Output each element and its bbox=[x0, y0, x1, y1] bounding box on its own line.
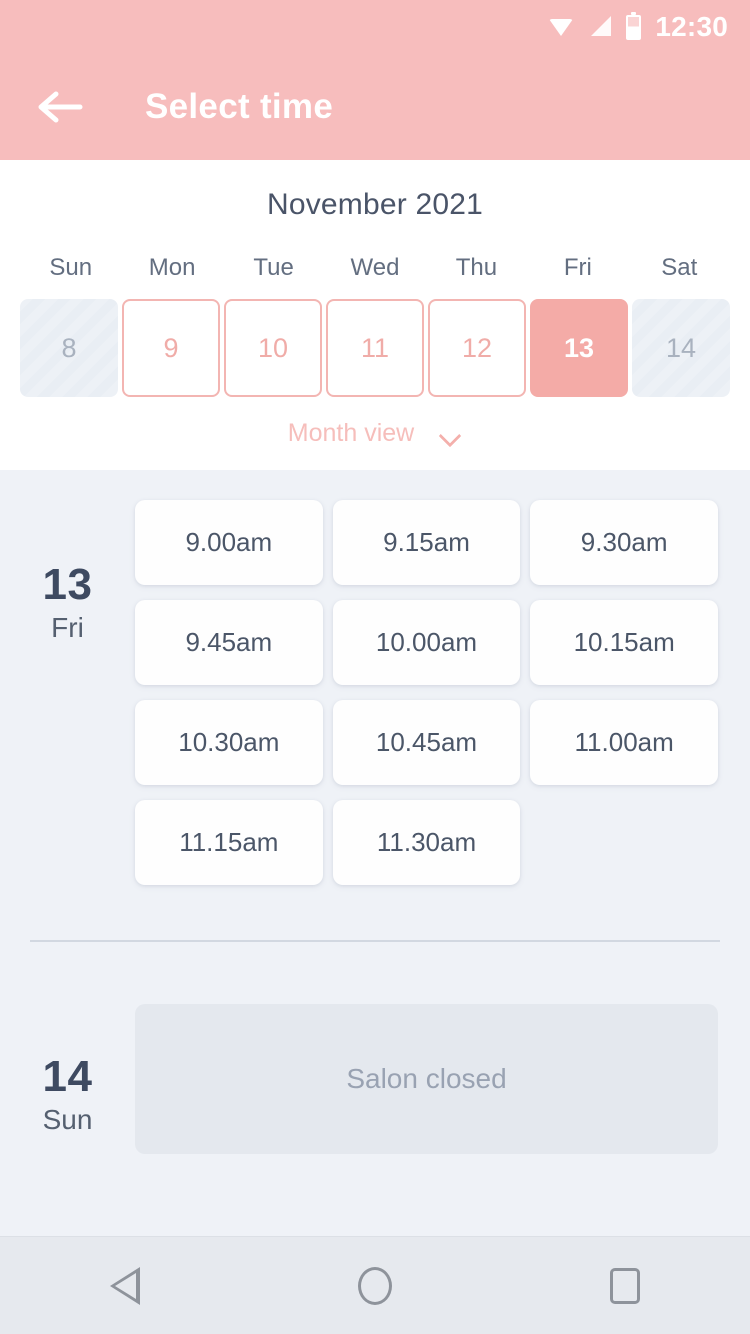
calendar-day-cell: 14 bbox=[632, 299, 730, 397]
status-bar: 12:30 bbox=[0, 0, 750, 54]
weekday-label: Wed bbox=[350, 254, 400, 281]
schedule-day-group: 14 Sun Salon closed bbox=[0, 1004, 750, 1154]
time-slot-grid: 9.00am 9.15am 9.30am 9.45am 10.00am 10.1… bbox=[135, 500, 718, 885]
salon-closed-banner: Salon closed bbox=[135, 1004, 718, 1154]
schedule-list: 13 Fri 9.00am 9.15am 9.30am 9.45am 10.00… bbox=[0, 470, 750, 1232]
android-nav-bar bbox=[0, 1236, 750, 1334]
weekday-label: Mon bbox=[148, 254, 196, 281]
calendar-panel: November 2021 Sun Mon Tue Wed Thu Fri Sa… bbox=[0, 160, 750, 470]
signal-icon bbox=[588, 15, 612, 39]
weekday-label: Thu bbox=[455, 254, 498, 281]
page-title: Select time bbox=[145, 87, 334, 126]
weekday-header-row: Sun Mon Tue Wed Thu Fri Sat bbox=[0, 254, 750, 282]
weekday-label: Fri bbox=[563, 254, 592, 281]
month-title: November 2021 bbox=[266, 188, 484, 221]
time-slot-button[interactable]: 9.00am bbox=[135, 500, 323, 585]
month-view-label: Month view bbox=[287, 419, 415, 447]
weekday-label: Sat bbox=[661, 254, 698, 281]
calendar-week-row: 8 9 10 11 12 13 14 bbox=[0, 299, 750, 397]
time-slot-button[interactable]: 11.15am bbox=[135, 800, 323, 885]
time-slot-button[interactable]: 10.30am bbox=[135, 700, 323, 785]
calendar-day-cell[interactable]: 10 bbox=[224, 299, 322, 397]
schedule-day-number: 14 bbox=[42, 1052, 93, 1101]
nav-back-triangle-icon[interactable] bbox=[80, 1251, 170, 1321]
schedule-day-number: 13 bbox=[42, 560, 93, 609]
schedule-day-label: 14 Sun bbox=[0, 1004, 135, 1136]
wifi-icon bbox=[548, 14, 574, 40]
time-slot-button[interactable]: 10.00am bbox=[332, 600, 521, 685]
weekday-label: Sun bbox=[49, 254, 93, 281]
back-arrow-icon[interactable] bbox=[32, 78, 90, 136]
app-bar: Select time bbox=[0, 54, 750, 160]
time-slot-button[interactable]: 10.45am bbox=[332, 700, 521, 785]
calendar-day-cell-selected[interactable]: 13 bbox=[530, 299, 628, 397]
calendar-day-cell: 8 bbox=[20, 299, 118, 397]
chevron-down-icon bbox=[440, 428, 462, 440]
nav-recents-square-icon[interactable] bbox=[580, 1251, 670, 1321]
month-view-toggle[interactable]: Month view bbox=[0, 419, 750, 448]
weekday-label: Tue bbox=[253, 254, 294, 281]
calendar-day-cell[interactable]: 12 bbox=[428, 299, 526, 397]
time-slot-button[interactable]: 10.15am bbox=[530, 600, 718, 685]
time-slot-button[interactable]: 9.15am bbox=[332, 500, 521, 585]
status-bar-time: 12:30 bbox=[655, 11, 728, 42]
time-slot-button[interactable]: 9.45am bbox=[135, 600, 323, 685]
calendar-day-cell[interactable]: 11 bbox=[326, 299, 424, 397]
time-slot-button[interactable]: 11.30am bbox=[332, 800, 521, 885]
nav-home-circle-icon[interactable] bbox=[330, 1251, 420, 1321]
schedule-divider bbox=[30, 940, 720, 942]
battery-icon bbox=[626, 11, 642, 40]
schedule-day-label: 13 Fri bbox=[0, 500, 135, 644]
time-slot-button[interactable]: 11.00am bbox=[530, 700, 718, 785]
schedule-day-weekday: Fri bbox=[51, 612, 84, 644]
schedule-day-weekday: Sun bbox=[42, 1104, 93, 1136]
calendar-day-cell[interactable]: 9 bbox=[122, 299, 220, 397]
time-slot-button[interactable]: 9.30am bbox=[530, 500, 718, 585]
schedule-day-group: 13 Fri 9.00am 9.15am 9.30am 9.45am 10.00… bbox=[0, 500, 750, 885]
